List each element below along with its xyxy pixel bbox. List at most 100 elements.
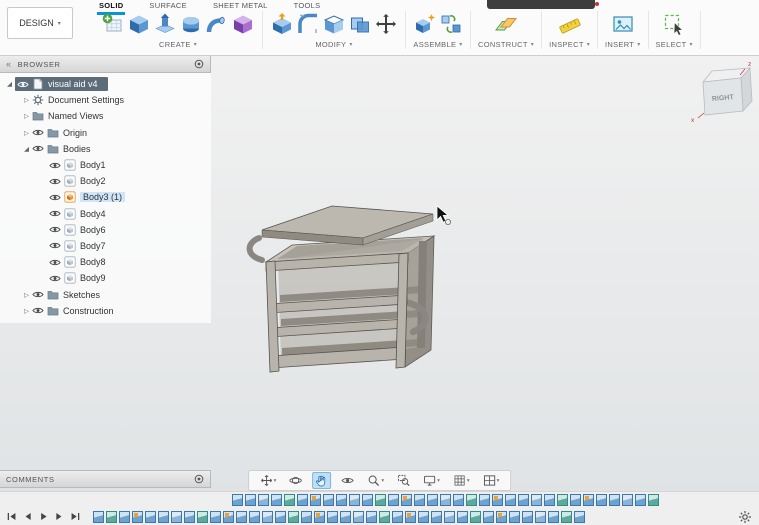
timeline-feature-icon[interactable] bbox=[145, 510, 156, 523]
group-label-select[interactable]: SELECT ▾ bbox=[656, 40, 693, 49]
revolve-icon[interactable] bbox=[179, 12, 203, 36]
visibility-eye-icon[interactable] bbox=[49, 209, 61, 218]
collapse-panel-icon[interactable]: « bbox=[6, 59, 12, 69]
timeline-feature-icon[interactable] bbox=[314, 510, 325, 523]
timeline-feature-icon[interactable] bbox=[249, 510, 260, 523]
timeline-feature-icon[interactable] bbox=[431, 510, 442, 523]
group-label-modify[interactable]: MODIFY ▾ bbox=[315, 40, 352, 49]
group-label-assemble[interactable]: ASSEMBLE ▾ bbox=[413, 40, 462, 49]
timeline-feature-icon[interactable] bbox=[258, 494, 269, 506]
timeline-feature-icon[interactable] bbox=[310, 494, 321, 506]
timeline-feature-icon[interactable] bbox=[466, 494, 477, 506]
timeline-feature-icon[interactable] bbox=[596, 494, 607, 506]
timeline-feature-icon[interactable] bbox=[288, 510, 299, 523]
visibility-eye-icon[interactable] bbox=[49, 177, 61, 186]
browser-item-sketches[interactable]: ▷ Sketches bbox=[0, 286, 211, 302]
timeline-feature-icon[interactable] bbox=[379, 510, 390, 523]
step-back-icon[interactable] bbox=[20, 510, 35, 524]
timeline-feature-icon[interactable] bbox=[483, 510, 494, 523]
zoom-icon[interactable]: ▾ bbox=[364, 472, 387, 489]
timeline-feature-icon[interactable] bbox=[574, 510, 585, 523]
sweep-icon[interactable] bbox=[205, 12, 229, 36]
timeline-feature-icon[interactable] bbox=[457, 510, 468, 523]
timeline-feature-icon[interactable] bbox=[440, 494, 451, 506]
timeline-feature-icon[interactable] bbox=[570, 494, 581, 506]
timeline-feature-icon[interactable] bbox=[392, 510, 403, 523]
visibility-eye-icon[interactable] bbox=[49, 241, 61, 250]
extrude-icon[interactable] bbox=[153, 12, 177, 36]
timeline-feature-icon[interactable] bbox=[158, 510, 169, 523]
box-icon[interactable] bbox=[127, 12, 151, 36]
browser-item-body8[interactable]: Body8 bbox=[0, 254, 211, 270]
expand-arrow-icon[interactable]: ▷ bbox=[21, 129, 32, 137]
browser-item-visual-aid-v4[interactable]: ◢ visual aid v4 bbox=[0, 76, 211, 92]
browser-item-construction[interactable]: ▷ Construction bbox=[0, 303, 211, 319]
timeline-feature-icon[interactable] bbox=[401, 494, 412, 506]
visibility-eye-icon[interactable] bbox=[32, 144, 44, 153]
visibility-eye-icon[interactable] bbox=[17, 80, 29, 89]
form-icon[interactable] bbox=[231, 12, 255, 36]
browser-item-body6[interactable]: Body6 bbox=[0, 222, 211, 238]
timeline-feature-icon[interactable] bbox=[505, 494, 516, 506]
timeline-feature-icon[interactable] bbox=[531, 494, 542, 506]
timeline-feature-icon[interactable] bbox=[622, 494, 633, 506]
timeline-feature-icon[interactable] bbox=[414, 494, 425, 506]
timeline-feature-icon[interactable] bbox=[353, 510, 364, 523]
timeline-feature-icon[interactable] bbox=[197, 510, 208, 523]
viewports-icon[interactable]: ▾ bbox=[480, 472, 503, 489]
timeline-feature-icon[interactable] bbox=[427, 494, 438, 506]
browser-item-origin[interactable]: ▷ Origin bbox=[0, 125, 211, 141]
timeline-feature-icon[interactable] bbox=[271, 494, 282, 506]
timeline-feature-icon[interactable] bbox=[275, 510, 286, 523]
timeline-feature-icon[interactable] bbox=[522, 510, 533, 523]
design-menu-button[interactable]: DESIGN ▾ bbox=[7, 7, 73, 39]
timeline-feature-icon[interactable] bbox=[453, 494, 464, 506]
timeline-feature-icon[interactable] bbox=[236, 510, 247, 523]
visibility-eye-icon[interactable] bbox=[32, 290, 44, 299]
timeline-feature-icon[interactable] bbox=[232, 494, 243, 506]
timeline-feature-icon[interactable] bbox=[492, 494, 503, 506]
timeline-feature-icon[interactable] bbox=[583, 494, 594, 506]
timeline-feature-icon[interactable] bbox=[301, 510, 312, 523]
timeline-feature-icon[interactable] bbox=[340, 510, 351, 523]
browser-item-body4[interactable]: Body4 bbox=[0, 206, 211, 222]
select-icon[interactable] bbox=[662, 12, 686, 36]
timeline-feature-icon[interactable] bbox=[544, 494, 555, 506]
orbit-icon[interactable] bbox=[286, 472, 305, 489]
combine-icon[interactable] bbox=[348, 12, 372, 36]
expand-arrow-icon[interactable]: ▷ bbox=[21, 96, 32, 104]
browser-item-named-views[interactable]: ▷ Named Views bbox=[0, 108, 211, 124]
browser-item-body7[interactable]: Body7 bbox=[0, 238, 211, 254]
insert-image-icon[interactable] bbox=[611, 12, 635, 36]
collapse-arrow-icon[interactable]: ◢ bbox=[21, 145, 32, 153]
timeline-feature-icon[interactable] bbox=[262, 510, 273, 523]
browser-header[interactable]: « BROWSER bbox=[0, 55, 211, 73]
new-component-icon[interactable] bbox=[413, 12, 437, 36]
timeline-feature-icon[interactable] bbox=[470, 510, 481, 523]
timeline-feature-icon[interactable] bbox=[336, 494, 347, 506]
timeline-feature-icon[interactable] bbox=[388, 494, 399, 506]
timeline-feature-icon[interactable] bbox=[245, 494, 256, 506]
timeline-feature-icon[interactable] bbox=[635, 494, 646, 506]
move-copy-icon[interactable] bbox=[374, 12, 398, 36]
timeline-feature-icon[interactable] bbox=[323, 494, 334, 506]
viewcube[interactable]: RIGHT z x bbox=[691, 61, 753, 124]
display-settings-icon[interactable]: ▾ bbox=[420, 472, 443, 489]
timeline-feature-icon[interactable] bbox=[284, 494, 295, 506]
timeline-feature-icon[interactable] bbox=[405, 510, 416, 523]
timeline-feature-icon[interactable] bbox=[444, 510, 455, 523]
browser-item-document-settings[interactable]: ▷ Document Settings bbox=[0, 92, 211, 108]
expand-arrow-icon[interactable]: ▷ bbox=[21, 291, 32, 299]
timeline-settings-gear-icon[interactable] bbox=[738, 510, 752, 524]
timeline-feature-icon[interactable] bbox=[375, 494, 386, 506]
timeline-feature-icon[interactable] bbox=[557, 494, 568, 506]
browser-item-bodies[interactable]: ◢ Bodies bbox=[0, 141, 211, 157]
timeline-feature-icon[interactable] bbox=[479, 494, 490, 506]
browser-item-body9[interactable]: Body9 bbox=[0, 270, 211, 286]
timeline-feature-icon[interactable] bbox=[210, 510, 221, 523]
step-forward-icon[interactable] bbox=[52, 510, 67, 524]
skip-to-end-icon[interactable] bbox=[68, 510, 83, 524]
timeline-feature-icon[interactable] bbox=[223, 510, 234, 523]
pan-icon[interactable]: ▾ bbox=[257, 472, 280, 489]
timeline-feature-icon[interactable] bbox=[496, 510, 507, 523]
